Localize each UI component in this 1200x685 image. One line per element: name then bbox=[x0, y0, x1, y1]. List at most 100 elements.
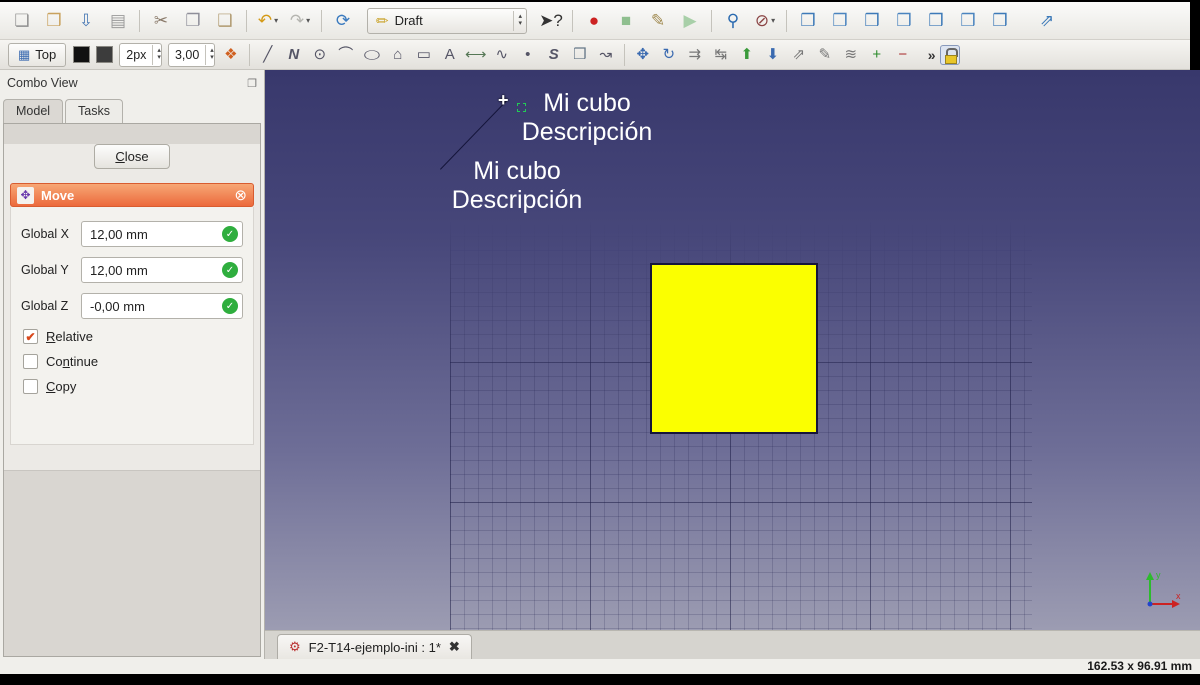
macro-edit-button[interactable]: ✎ bbox=[645, 8, 671, 34]
draft-ellipse-button[interactable]: ◯ bbox=[361, 44, 383, 66]
line-width-spinner[interactable]: 2px ▴ ▾ bbox=[119, 42, 162, 67]
toolbar-separator bbox=[139, 9, 140, 32]
measure-distance-button[interactable]: ⇗ bbox=[1034, 8, 1060, 34]
workbench-selected-value: Draft bbox=[394, 13, 423, 28]
combo-view-panel: Combo View ❐ Model Tasks Close ✥ Move ⊗ bbox=[0, 70, 265, 659]
draft-upgrade-button[interactable]: ⬆ bbox=[736, 44, 758, 66]
draft-arc-button[interactable]: ⌒ bbox=[335, 44, 357, 66]
dropdown-caret-icon[interactable]: ▾ bbox=[306, 16, 310, 25]
workbench-selector[interactable]: ✏ Draft ▴ ▾ bbox=[367, 7, 527, 34]
view-front-button[interactable]: ❒ bbox=[827, 8, 853, 34]
checkbox-box[interactable]: ✔ bbox=[23, 354, 38, 369]
draft-point-button[interactable]: • bbox=[517, 44, 539, 66]
macro-record-button[interactable]: ● bbox=[581, 8, 607, 34]
tab-tasks[interactable]: Tasks bbox=[65, 99, 123, 123]
toolbar-icon: ❏ bbox=[14, 11, 30, 30]
close-document-icon[interactable]: ✖ bbox=[449, 639, 460, 655]
draft-add-point-button[interactable]: + bbox=[866, 44, 888, 66]
combobox-arrows-icon[interactable]: ▴ ▾ bbox=[513, 10, 522, 31]
whats-this-button[interactable]: ➤? bbox=[538, 8, 564, 34]
draft-move-button[interactable]: ✥ bbox=[632, 44, 654, 66]
copy-checkbox[interactable]: ✔ Copy bbox=[23, 379, 241, 394]
toolbar-icon: ❒ bbox=[864, 11, 880, 30]
draft-offset-button[interactable]: ⇉ bbox=[684, 44, 706, 66]
dropdown-caret-icon[interactable]: ▾ bbox=[771, 16, 775, 25]
refresh-button[interactable]: ⟳ bbox=[330, 8, 356, 34]
draft-line-button[interactable]: ╱ bbox=[257, 44, 279, 66]
3d-viewport[interactable]: Mi cubo Descripción Mi cubo Descripción … bbox=[265, 70, 1200, 630]
working-plane-button[interactable]: ▦ Top bbox=[8, 42, 67, 67]
view-rear-button[interactable]: ❒ bbox=[923, 8, 949, 34]
continue-checkbox[interactable]: ✔ Continue bbox=[23, 354, 241, 369]
global-y-input[interactable] bbox=[81, 257, 243, 283]
line-color-swatch[interactable] bbox=[96, 46, 114, 63]
draft-dimension-button[interactable]: ⟷ bbox=[465, 44, 487, 66]
draft-edit-button[interactable]: ✎ bbox=[814, 44, 836, 66]
zoom-box-button[interactable]: ⚲ bbox=[720, 8, 746, 34]
paste-button[interactable]: ❑ bbox=[212, 8, 238, 34]
print-button[interactable]: ▤ bbox=[105, 8, 131, 34]
macro-play-button[interactable]: ▶ bbox=[677, 8, 703, 34]
copy-button[interactable]: ❐ bbox=[180, 8, 206, 34]
draft-wire-button[interactable]: N bbox=[283, 44, 305, 66]
toolbar-separator bbox=[248, 43, 250, 66]
view-bottom-button[interactable]: ❒ bbox=[955, 8, 981, 34]
tab-model[interactable]: Model bbox=[3, 99, 64, 123]
draft-polygon-button[interactable]: ⌂ bbox=[387, 44, 409, 66]
global-x-input[interactable] bbox=[81, 221, 243, 247]
cut-button[interactable]: ✂ bbox=[148, 8, 174, 34]
draw-style-button[interactable]: ⊘ ▾ bbox=[752, 8, 778, 34]
apply-style-button[interactable]: ❖ bbox=[220, 44, 242, 66]
draft-rectangle-button[interactable]: ▭ bbox=[413, 44, 435, 66]
construction-mode-lock-icon[interactable] bbox=[939, 44, 960, 65]
global-z-label: Global Z bbox=[21, 299, 69, 313]
open-file-button[interactable]: ❒ bbox=[41, 8, 67, 34]
global-z-input[interactable] bbox=[81, 293, 243, 319]
close-task-button[interactable]: Close bbox=[94, 144, 170, 169]
redo-button[interactable]: ↷ ▾ bbox=[287, 8, 313, 34]
spinner-arrows-icon[interactable]: ▴ ▾ bbox=[152, 44, 161, 65]
checkbox-box[interactable]: ✔ bbox=[23, 379, 38, 394]
collapse-task-icon[interactable]: ⊗ bbox=[234, 186, 247, 204]
valid-check-icon: ✓ bbox=[222, 298, 238, 314]
draft-bezcurve-button[interactable]: ↝ bbox=[595, 44, 617, 66]
dropdown-caret-icon[interactable]: ▾ bbox=[274, 16, 278, 25]
text-size-spinner[interactable]: 3,00 ▴ ▾ bbox=[167, 42, 215, 67]
draft-downgrade-button[interactable]: ⬇ bbox=[762, 44, 784, 66]
float-panel-icon[interactable]: ❐ bbox=[247, 77, 257, 90]
draft-del-point-button[interactable]: − bbox=[892, 44, 914, 66]
draft-circle-button[interactable]: ⊙ bbox=[309, 44, 331, 66]
spinner-arrows-icon[interactable]: ▴ ▾ bbox=[205, 44, 214, 65]
draft-facebinder-button[interactable]: ❒ bbox=[569, 44, 591, 66]
toolbar-icon: ⇗ bbox=[792, 46, 806, 63]
combo-view-tabs: Model Tasks bbox=[0, 96, 264, 123]
toolbar-overflow-button[interactable]: » bbox=[928, 47, 936, 63]
cube-top-view[interactable] bbox=[650, 263, 818, 434]
view-axonometric-button[interactable]: ❒ bbox=[795, 8, 821, 34]
draft-bspline-button[interactable]: ∿ bbox=[491, 44, 513, 66]
macro-stop-button[interactable]: ■ bbox=[613, 8, 639, 34]
draft-trimex-button[interactable]: ↹ bbox=[710, 44, 732, 66]
toolbar-icon: ⬆ bbox=[740, 46, 754, 63]
view-right-button[interactable]: ❒ bbox=[891, 8, 917, 34]
draft-shapestring-button[interactable]: S bbox=[543, 44, 565, 66]
checkbox-box[interactable]: ✔ bbox=[23, 329, 38, 344]
draft-scale-button[interactable]: ⇗ bbox=[788, 44, 810, 66]
draft-rotate-button[interactable]: ↻ bbox=[658, 44, 680, 66]
new-file-button[interactable]: ❏ bbox=[9, 8, 35, 34]
save-button[interactable]: ⇩ bbox=[73, 8, 99, 34]
document-tab[interactable]: ⚙ F2-T14-ejemplo-ini : 1* ✖ bbox=[277, 634, 472, 659]
face-color-swatch[interactable] bbox=[73, 46, 91, 63]
view-top-button[interactable]: ❒ bbox=[859, 8, 885, 34]
draft-text-button[interactable]: A bbox=[439, 44, 461, 66]
toolbar-separator bbox=[623, 43, 625, 66]
undo-button[interactable]: ↶ ▾ bbox=[255, 8, 281, 34]
move-task-header[interactable]: ✥ Move ⊗ bbox=[10, 183, 254, 207]
relative-checkbox[interactable]: ✔ Relative bbox=[23, 329, 241, 344]
view-left-button[interactable]: ❒ bbox=[987, 8, 1013, 34]
window-edge bbox=[1190, 2, 1200, 70]
toolbar-icon: ╱ bbox=[263, 46, 273, 63]
draft-wire-to-bspline-button[interactable]: ≋ bbox=[840, 44, 862, 66]
toolbar-icon: ❒ bbox=[832, 11, 848, 30]
grid-plane-icon: ▦ bbox=[18, 47, 31, 62]
